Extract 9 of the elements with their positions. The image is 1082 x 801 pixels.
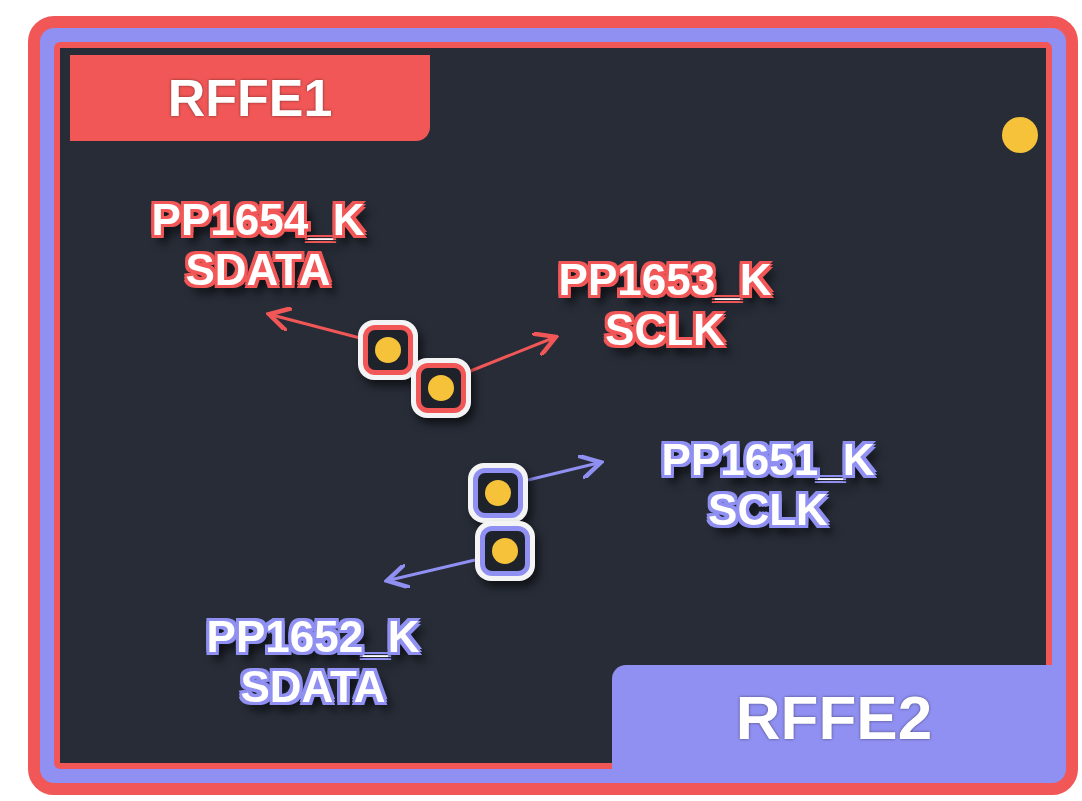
test-pad: [468, 463, 528, 523]
net-label: PP1651_K SCLK: [661, 435, 875, 535]
test-pad: [411, 358, 471, 418]
test-pad: [475, 521, 535, 581]
net-label: PP1652_K SDATA: [206, 612, 420, 712]
net-label: PP1654_K SDATA: [151, 195, 365, 295]
net-label: PP1653_K SCLK: [558, 255, 772, 355]
group-tag: RFFE1: [70, 55, 430, 141]
test-pad: [358, 320, 418, 380]
